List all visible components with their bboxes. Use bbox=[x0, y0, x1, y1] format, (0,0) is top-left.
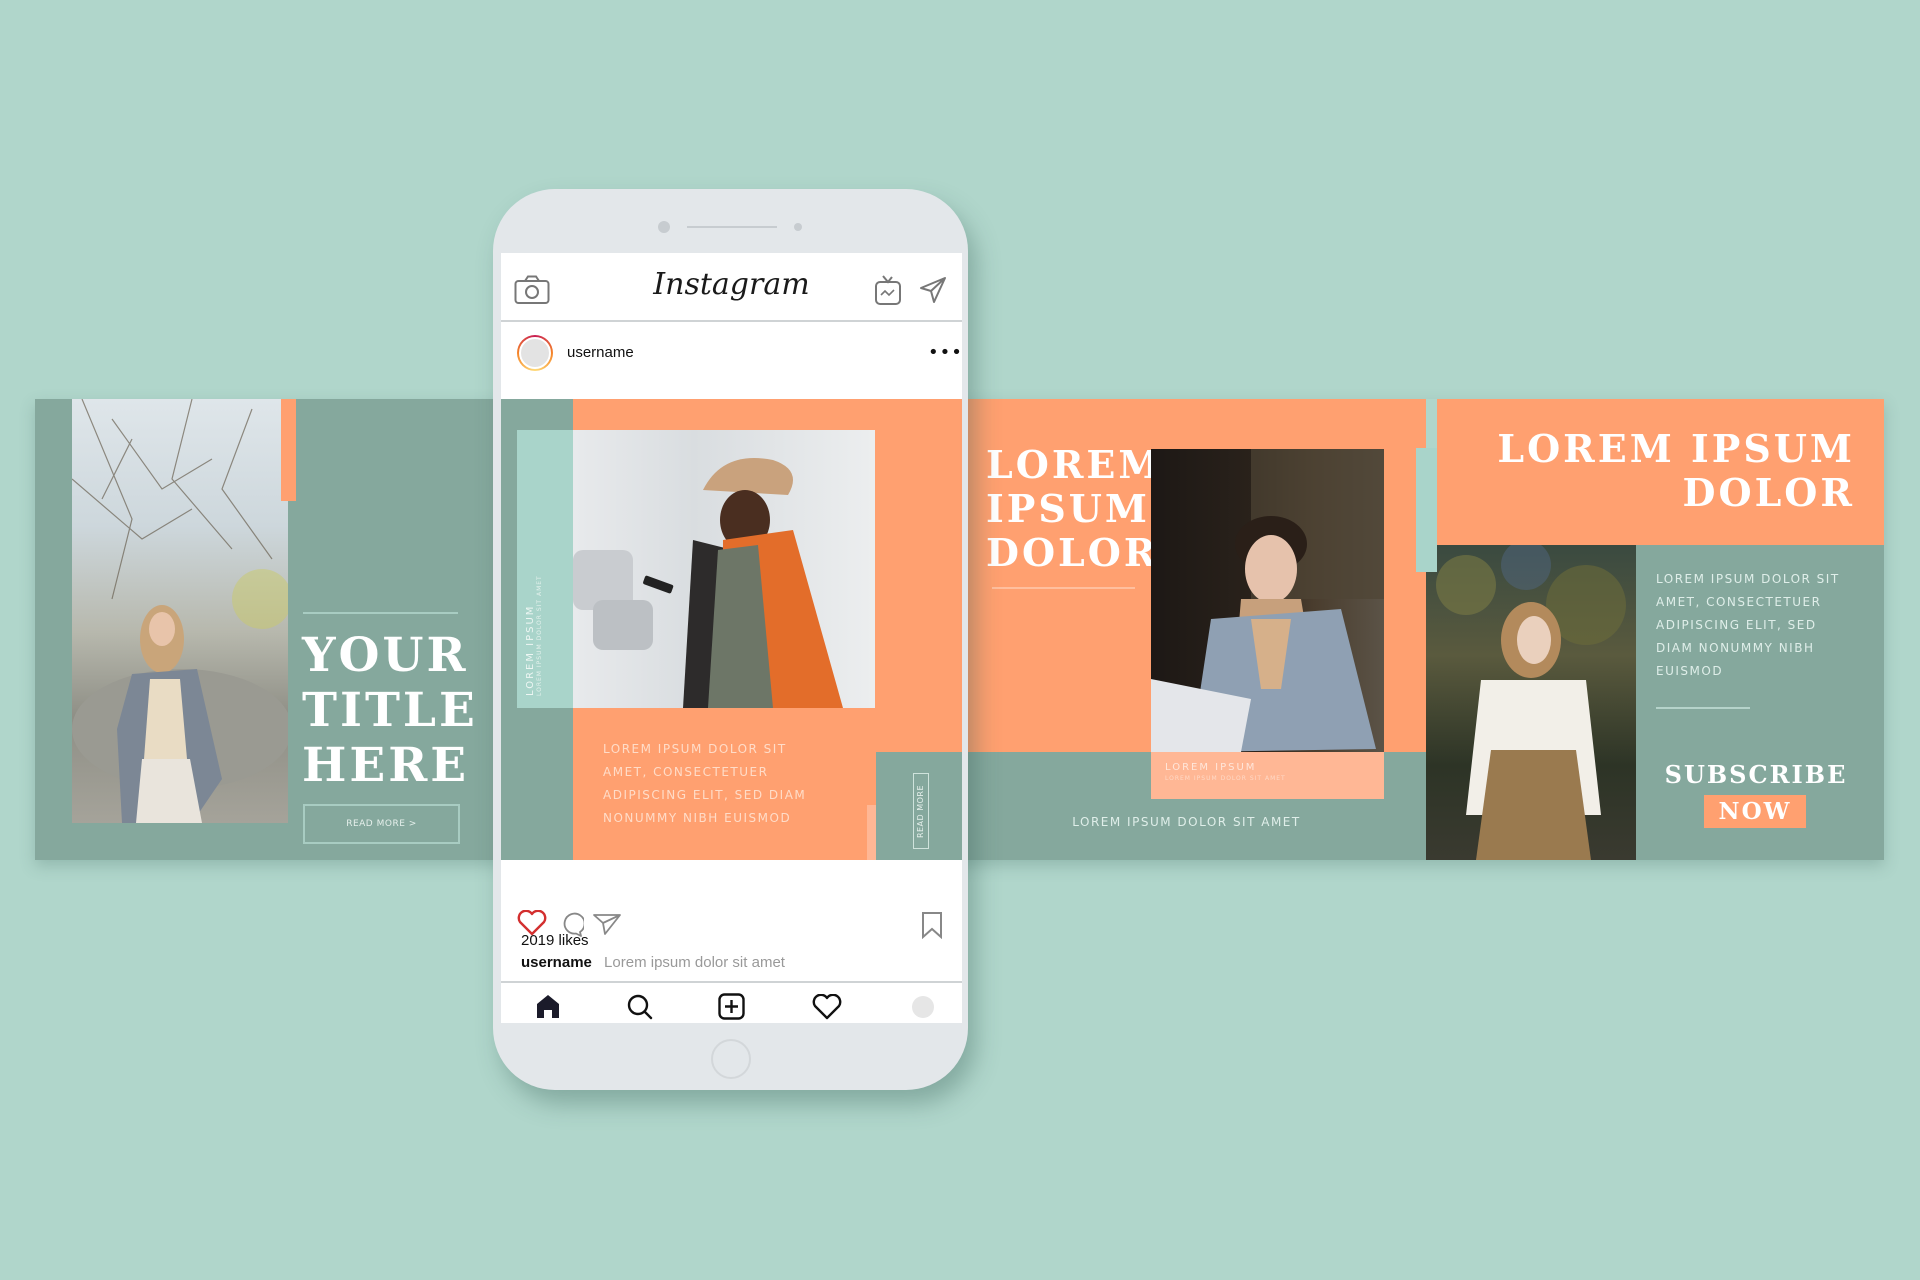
post-username[interactable]: username bbox=[567, 344, 634, 361]
side-label-title: LOREM IPSUM bbox=[525, 604, 536, 696]
post-body: LOREM IPSUM DOLOR SIT AMET, CONSECTETUER… bbox=[603, 738, 806, 830]
phone-camera-dot bbox=[658, 221, 670, 233]
left-title-line: YOUR bbox=[302, 628, 469, 683]
right-post-2-title-line: LOREM IPSUM bbox=[1497, 426, 1855, 471]
bookmark-icon[interactable] bbox=[920, 911, 944, 939]
more-options-icon[interactable]: ••• bbox=[928, 344, 962, 362]
body-line: LOREM IPSUM DOLOR SIT bbox=[1656, 572, 1840, 586]
right-post-1-subtitle: LOREM IPSUM DOLOR SIT AMET bbox=[1072, 815, 1301, 829]
right-post-2-title: LOREM IPSUM DOLOR bbox=[1437, 427, 1855, 515]
body-line: ADIPISCING ELIT, SED DIAM bbox=[603, 788, 807, 802]
avatar-image bbox=[519, 337, 551, 369]
left-divider bbox=[303, 612, 458, 614]
man-in-hat-illustration bbox=[573, 458, 843, 708]
right-post-2-photo bbox=[1426, 545, 1636, 860]
body-line: ADIPISCING ELIT, SED bbox=[1656, 618, 1817, 632]
search-icon[interactable] bbox=[626, 993, 654, 1021]
right-post-2-divider bbox=[1656, 707, 1750, 709]
activity-icon[interactable] bbox=[812, 994, 842, 1020]
body-line: EUISMOD bbox=[1656, 664, 1724, 678]
left-title-line: TITLE bbox=[302, 683, 478, 738]
caption: username Lorem ipsum dolor sit amet bbox=[521, 954, 785, 971]
subscribe-now-label: NOW bbox=[1718, 798, 1792, 825]
left-title-line: HERE bbox=[302, 738, 470, 793]
right-post-1-divider bbox=[992, 587, 1135, 589]
phone-sensor-dot bbox=[794, 223, 802, 231]
post-photo bbox=[573, 430, 875, 708]
subscribe-now-button[interactable]: NOW bbox=[1704, 795, 1806, 828]
body-line: AMET, CONSECTETUER bbox=[603, 765, 769, 779]
body-line: DIAM NONUMMY NIBH bbox=[1656, 641, 1815, 655]
post-side-label: LOREM IPSUM LOREM IPSUM DOLOR SIT AMET bbox=[517, 430, 573, 708]
right-post-1-title: LOREM IPSUM DOLOR bbox=[986, 443, 1163, 575]
nav-divider bbox=[501, 981, 962, 983]
right-post-2-title-line: DOLOR bbox=[1682, 470, 1855, 515]
body-line: LOREM IPSUM DOLOR SIT bbox=[603, 742, 787, 756]
share-icon[interactable] bbox=[592, 912, 622, 936]
side-label-sub: LOREM IPSUM DOLOR SIT AMET bbox=[536, 575, 543, 696]
woman2-photo-illustration bbox=[1436, 545, 1626, 860]
right-post-1-title-line: IPSUM bbox=[986, 486, 1150, 531]
left-read-more-button[interactable]: READ MORE > bbox=[303, 804, 460, 844]
man-photo-illustration bbox=[1151, 449, 1384, 752]
woman-photo-illustration bbox=[72, 399, 288, 823]
right-post-2-mint-strip bbox=[1416, 448, 1437, 572]
instagram-screen: Instagram username ••• LOREM IPSUM LOREM… bbox=[501, 253, 962, 1023]
right-post-1-title-line: DOLOR bbox=[986, 530, 1159, 575]
left-post-photo bbox=[72, 399, 288, 823]
right-post-1-photo bbox=[1151, 449, 1384, 752]
header-divider bbox=[501, 320, 962, 322]
subscribe-label: SUBSCRIBE bbox=[1664, 760, 1848, 789]
left-accent-strip bbox=[281, 399, 296, 501]
post-read-more-label: READ MORE bbox=[916, 784, 926, 838]
caption-title: LOREM IPSUM bbox=[1165, 762, 1257, 773]
avatar[interactable] bbox=[517, 335, 553, 371]
body-line: AMET, CONSECTETUER bbox=[1656, 595, 1822, 609]
profile-icon[interactable] bbox=[912, 996, 934, 1018]
left-read-more-label: READ MORE > bbox=[346, 819, 417, 829]
phone-speaker bbox=[687, 226, 777, 228]
new-post-icon[interactable] bbox=[718, 993, 745, 1020]
left-title: YOUR TITLE HERE bbox=[302, 628, 478, 793]
right-post-1-caption: LOREM IPSUM LOREM IPSUM DOLOR SIT AMET bbox=[1151, 752, 1384, 799]
likes-count[interactable]: 2019 likes bbox=[521, 932, 589, 949]
right-post-1-title-line: LOREM bbox=[986, 442, 1164, 487]
caption-text: Lorem ipsum dolor sit amet bbox=[604, 954, 785, 971]
body-line: NONUMMY NIBH EUISMOD bbox=[603, 811, 792, 825]
home-button[interactable] bbox=[711, 1039, 751, 1079]
caption-sub: LOREM IPSUM DOLOR SIT AMET bbox=[1165, 775, 1286, 782]
direct-message-icon[interactable] bbox=[919, 276, 947, 304]
right-post-2-body: LOREM IPSUM DOLOR SIT AMET, CONSECTETUER… bbox=[1656, 568, 1840, 683]
igtv-icon[interactable] bbox=[874, 274, 902, 306]
caption-username[interactable]: username bbox=[521, 954, 592, 971]
home-icon[interactable] bbox=[535, 993, 561, 1019]
post-read-more-button[interactable]: READ MORE bbox=[913, 773, 929, 849]
